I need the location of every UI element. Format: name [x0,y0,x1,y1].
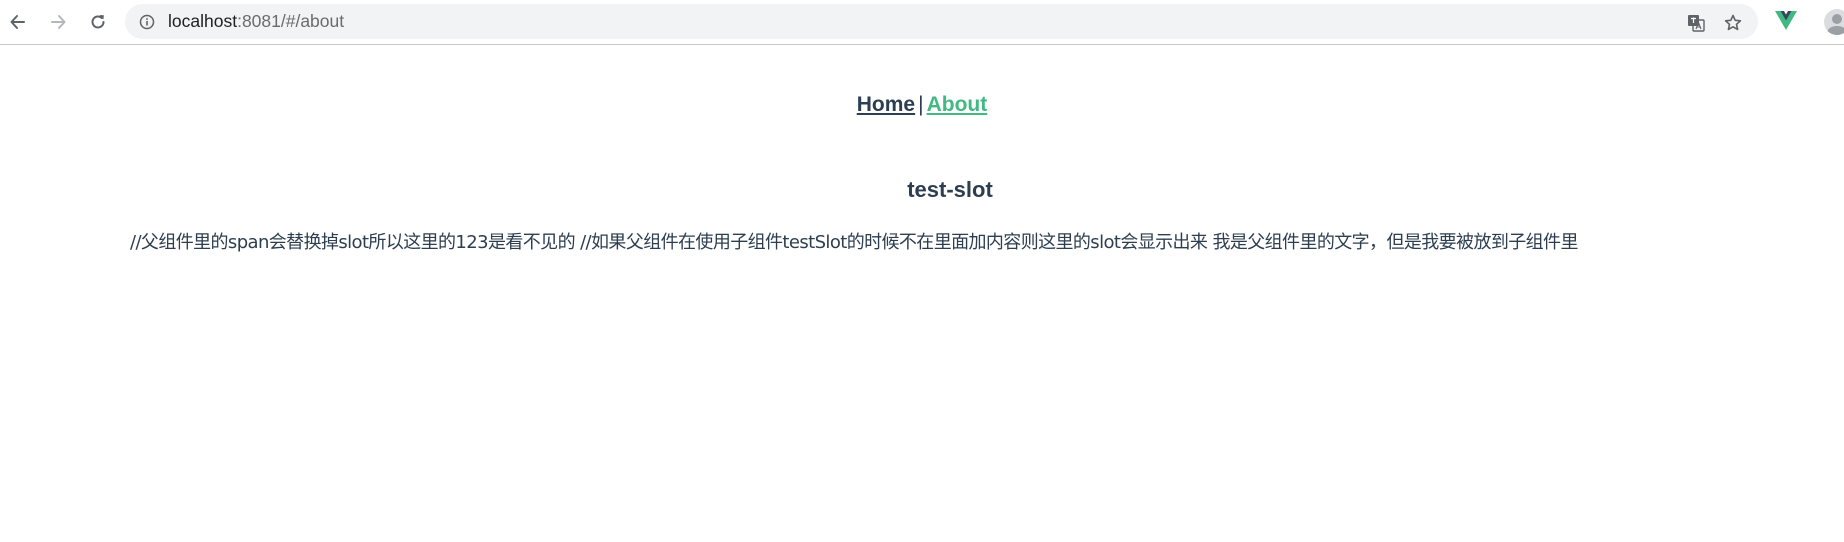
arrow-left-icon [10,15,25,29]
nav-link-about[interactable]: About [927,93,988,116]
translate-icon [1688,15,1705,32]
forward-button[interactable] [44,8,72,36]
avatar-body [1827,26,1844,35]
nav-separator: | [918,93,924,116]
reload-icon [91,15,105,29]
router-nav: Home | About [0,93,1844,117]
slot-content-text: //父组件里的span会替换掉slot所以这里的123是看不见的 //如果父组件… [130,232,1578,253]
bookmark-button[interactable] [1722,12,1744,34]
profile-avatar[interactable] [1824,9,1844,35]
star-icon [1724,14,1742,31]
nav-link-home[interactable]: Home [857,93,915,116]
browser-toolbar: localhost:8081/#/about [0,0,1844,45]
url-text[interactable]: localhost:8081/#/about [168,12,344,31]
page-title: test-slot [907,177,993,202]
address-bar[interactable]: localhost:8081/#/about [125,4,1758,39]
reload-button[interactable] [84,8,112,36]
vue-devtools-icon[interactable] [1774,10,1798,32]
url-host: localhost [168,11,238,31]
back-button[interactable] [4,8,32,36]
url-path: :8081/#/about [237,11,345,31]
arrow-right-icon [51,15,66,29]
translate-button[interactable] [1685,12,1707,34]
info-icon[interactable] [139,14,155,30]
avatar-head [1832,14,1842,24]
